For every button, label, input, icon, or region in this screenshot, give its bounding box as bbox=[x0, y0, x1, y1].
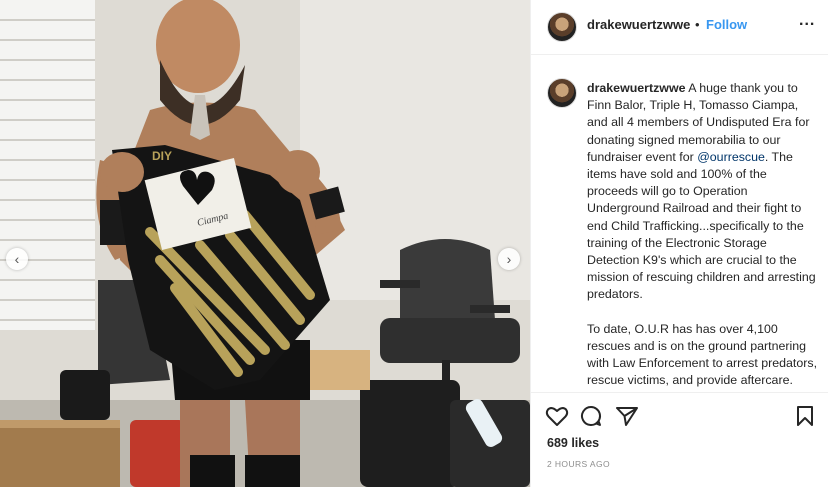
post-header: drakewuertzwwe • Follow ... bbox=[531, 0, 828, 55]
separator-dot: • bbox=[695, 17, 700, 32]
caption-paragraph-2: To date, O.U.R has has over 4,100 rescue… bbox=[587, 321, 818, 388]
carousel-prev-button[interactable]: ‹ bbox=[6, 248, 28, 270]
caption-section: drakewuertzwwe A huge thank you to Finn … bbox=[531, 62, 828, 392]
more-options-icon[interactable]: ... bbox=[799, 12, 815, 30]
caption-body-rest: . The items have sold and 100% of the pr… bbox=[587, 149, 816, 302]
avatar[interactable] bbox=[547, 12, 577, 42]
photo-illustration: DIY Ciampa bbox=[0, 0, 530, 487]
carousel-next-button[interactable]: › bbox=[498, 248, 520, 270]
follow-button[interactable]: Follow bbox=[706, 17, 747, 32]
header-username[interactable]: drakewuertzwwe bbox=[587, 17, 690, 32]
caption-text: drakewuertzwwe A huge thank you to Finn … bbox=[587, 80, 819, 392]
post-actions: 689 likes 2 HOURS AGO bbox=[531, 392, 828, 488]
post-sidebar: drakewuertzwwe • Follow ... drakewuertzw… bbox=[530, 0, 828, 487]
likes-count[interactable]: 689 likes bbox=[547, 436, 599, 450]
caption-avatar[interactable] bbox=[547, 78, 577, 108]
mention-link[interactable]: @ourrescue bbox=[697, 150, 765, 164]
heart-icon[interactable] bbox=[545, 405, 569, 427]
share-icon[interactable] bbox=[615, 405, 639, 427]
shirt-text: DIY bbox=[152, 149, 172, 163]
post-timestamp[interactable]: 2 HOURS AGO bbox=[547, 459, 610, 469]
bookmark-icon[interactable] bbox=[795, 405, 815, 427]
caption-username[interactable]: drakewuertzwwe bbox=[587, 81, 685, 95]
post-photo[interactable]: DIY Ciampa ‹ › bbox=[0, 0, 530, 487]
comment-icon[interactable] bbox=[579, 405, 603, 427]
